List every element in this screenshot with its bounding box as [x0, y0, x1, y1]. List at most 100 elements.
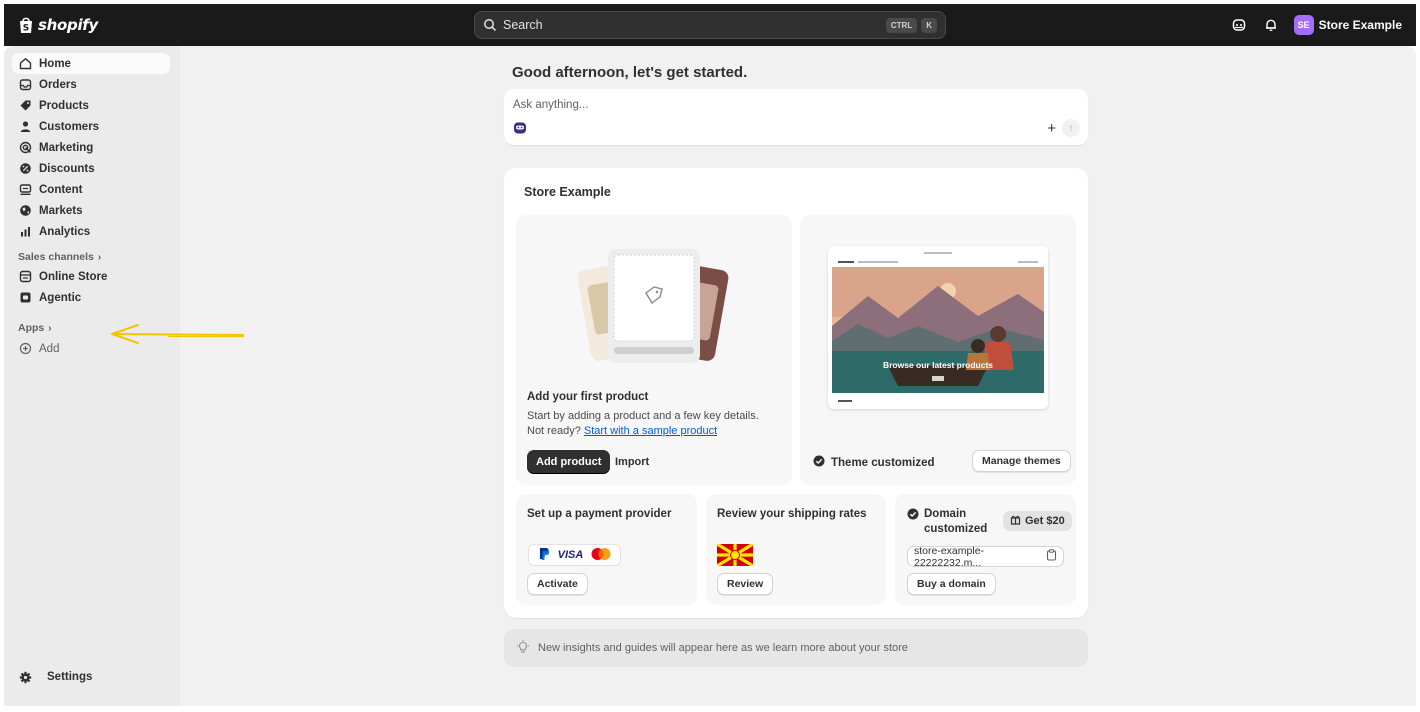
target-icon — [18, 141, 32, 155]
apps-label: Apps — [18, 322, 45, 334]
sidebar-item-label: Add — [39, 342, 60, 355]
store-icon — [18, 270, 32, 284]
paypal-icon — [537, 547, 551, 564]
settings-link[interactable]: Settings — [18, 670, 92, 684]
shopify-logo[interactable]: S shopify — [18, 16, 98, 34]
settings-label: Settings — [47, 671, 93, 683]
insights-text: New insights and guides will appear here… — [538, 642, 908, 654]
home-icon — [18, 57, 32, 71]
sidebar-item-products[interactable]: Products — [12, 95, 170, 116]
content-icon — [18, 183, 32, 197]
sidekick-icon — [513, 121, 527, 135]
sidebar-item-online-store[interactable]: Online Store — [12, 266, 170, 287]
payment-provider-panel: Set up a payment provider VISA Activate — [516, 494, 697, 605]
add-product-button[interactable]: Add product — [527, 450, 611, 474]
tag-icon — [18, 99, 32, 113]
sidebar-item-label: Marketing — [39, 141, 94, 154]
shortcut-key-ctrl: CTRL — [885, 17, 918, 33]
insights-banner: New insights and guides will appear here… — [504, 629, 1088, 667]
sidebar-item-label: Content — [39, 183, 83, 196]
sidebar-item-analytics[interactable]: Analytics — [12, 221, 170, 242]
svg-text:S: S — [23, 24, 29, 34]
add-product-title: Add your first product — [527, 391, 649, 403]
store-setup-card: Store Example Add your first product Sta… — [504, 168, 1088, 618]
theme-preview[interactable]: Browse our latest products — [828, 246, 1048, 409]
sidebar-item-orders[interactable]: Orders — [12, 74, 170, 95]
sidebar-item-label: Discounts — [39, 162, 95, 175]
manage-themes-button[interactable]: Manage themes — [972, 450, 1071, 472]
store-menu-button[interactable]: SE Store Example — [1293, 15, 1402, 35]
activate-button[interactable]: Activate — [527, 573, 588, 595]
sidebar-item-discounts[interactable]: Discounts — [12, 158, 170, 179]
send-arrow-icon[interactable]: ↑ — [1062, 119, 1080, 137]
sidebar-item-label: Customers — [39, 120, 100, 133]
bell-icon[interactable] — [1262, 16, 1280, 34]
theme-landscape-illustration-icon — [828, 246, 1048, 409]
ask-sidekick-input[interactable]: Ask anything... + ↑ — [504, 89, 1088, 145]
discount-icon — [18, 162, 32, 176]
copy-icon[interactable] — [1046, 549, 1057, 564]
globe-icon — [18, 204, 32, 218]
sidekick-icon[interactable] — [1230, 16, 1248, 34]
sample-product-link[interactable]: Start with a sample product — [584, 425, 717, 437]
brand-name: shopify — [38, 16, 98, 34]
domain-status-title: Domain customized — [924, 507, 987, 537]
sidebar-item-content[interactable]: Content — [12, 179, 170, 200]
bar-chart-icon — [18, 225, 32, 239]
sidebar-item-home[interactable]: Home — [12, 53, 170, 74]
sidebar-item-markets[interactable]: Markets — [12, 200, 170, 221]
top-bar: S shopify Search CTRL K SE Store Example — [4, 4, 1416, 46]
sidebar-item-label: Markets — [39, 204, 83, 217]
sidebar-item-label: Online Store — [39, 270, 108, 283]
sales-channels-heading[interactable]: Sales channels › — [18, 251, 101, 263]
theme-panel: Browse our latest products Theme customi… — [800, 215, 1076, 485]
search-input[interactable]: Search CTRL K — [474, 11, 946, 39]
search-label: Search — [503, 18, 543, 32]
inbox-icon — [18, 78, 32, 92]
import-button[interactable]: Import — [615, 450, 649, 474]
sales-channels-label: Sales channels — [18, 251, 94, 263]
theme-preview-caption: Browse our latest products — [882, 360, 994, 370]
page-title: Good afternoon, let's get started. — [512, 64, 748, 81]
sidebar-item-customers[interactable]: Customers — [12, 116, 170, 137]
sidebar-item-agentic[interactable]: Agentic — [12, 287, 170, 308]
sidebar-item-label: Products — [39, 99, 89, 112]
theme-status-label: Theme customized — [831, 456, 935, 469]
domain-title-line2: customized — [924, 523, 988, 535]
visa-icon: VISA — [557, 549, 584, 561]
domain-offer-badge: Get $20 — [1003, 511, 1072, 531]
payment-methods: VISA — [528, 544, 621, 566]
domain-offer-label: Get $20 — [1025, 515, 1065, 527]
app-frame: Home Orders Products Customers Marketing… — [4, 46, 1416, 706]
annotation-arrow-icon — [111, 324, 245, 344]
plus-circle-icon — [18, 342, 32, 356]
gear-icon — [18, 670, 32, 684]
sidebar-item-label: Agentic — [39, 291, 82, 304]
sidebar-item-label: Orders — [39, 78, 77, 91]
agentic-icon — [18, 291, 32, 305]
store-card-title: Store Example — [524, 185, 611, 199]
store-name: Store Example — [1318, 18, 1402, 32]
check-circle-icon — [813, 455, 825, 470]
sidebar: Home Orders Products Customers Marketing… — [4, 46, 180, 706]
north-macedonia-flag-icon — [716, 542, 754, 569]
mastercard-icon — [590, 547, 612, 564]
theme-status: Theme customized — [813, 455, 935, 470]
shopping-bag-icon: S — [18, 16, 34, 34]
add-product-panel: Add your first product Start by adding a… — [516, 215, 792, 485]
lightbulb-icon — [516, 639, 530, 657]
domain-field[interactable]: store-example-22222232.m... — [907, 545, 1064, 569]
sidebar-item-label: Analytics — [39, 225, 91, 238]
buy-domain-button[interactable]: Buy a domain — [907, 573, 996, 595]
apps-heading[interactable]: Apps › — [18, 322, 52, 334]
payment-title: Set up a payment provider — [527, 508, 672, 520]
sidebar-item-marketing[interactable]: Marketing — [12, 137, 170, 158]
sidebar-item-label: Home — [39, 57, 71, 70]
review-button[interactable]: Review — [717, 573, 774, 595]
shipping-rates-panel: Review your shipping rates Review — [706, 494, 886, 605]
person-icon — [18, 120, 32, 134]
check-circle-icon — [907, 508, 919, 523]
ask-placeholder: Ask anything... — [513, 99, 589, 111]
add-product-description: Start by adding a product and a few key … — [527, 409, 777, 439]
attach-plus-icon[interactable]: + — [1047, 120, 1056, 137]
